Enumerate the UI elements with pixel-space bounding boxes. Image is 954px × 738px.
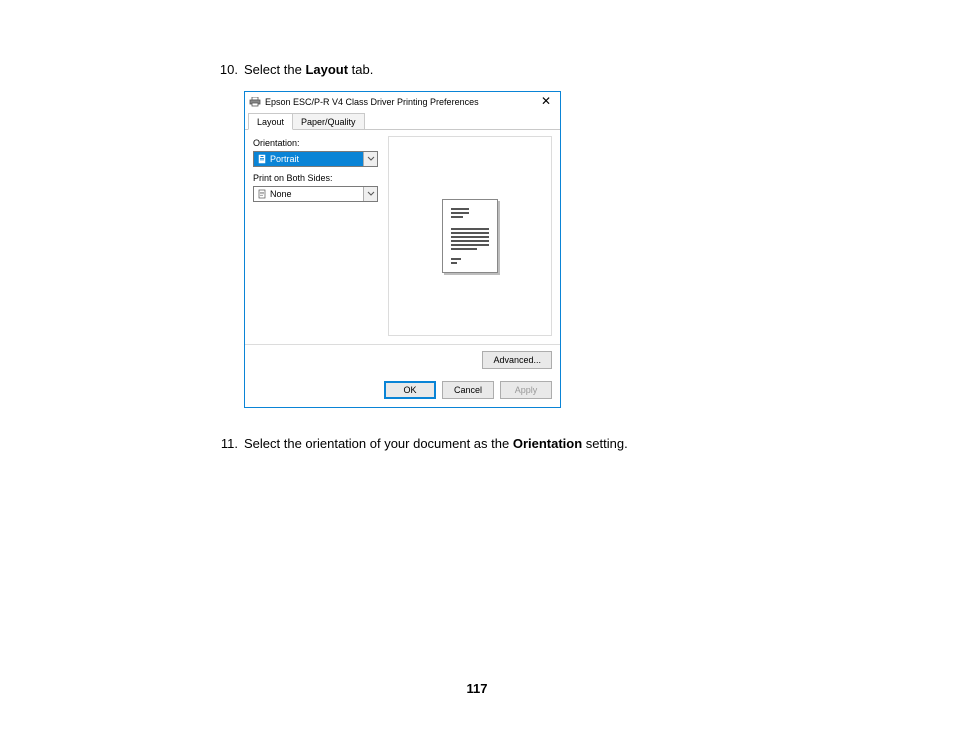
apply-button[interactable]: Apply: [500, 381, 552, 399]
printer-icon: [249, 97, 261, 107]
chevron-down-icon[interactable]: [363, 187, 377, 201]
button-row: OK Cancel Apply: [245, 375, 560, 407]
step-number: 11.: [216, 436, 238, 451]
both-sides-dropdown[interactable]: None: [253, 186, 378, 202]
dialog-title: Epson ESC/P-R V4 Class Driver Printing P…: [265, 97, 479, 107]
step-11: 11. Select the orientation of your docum…: [216, 436, 756, 451]
dialog-titlebar: Epson ESC/P-R V4 Class Driver Printing P…: [245, 92, 560, 112]
both-sides-label: Print on Both Sides:: [253, 173, 378, 183]
step-post: setting.: [582, 436, 628, 451]
step-bold: Orientation: [513, 436, 582, 451]
step-pre: Select the: [244, 62, 305, 77]
step-text: Select the Layout tab.: [244, 62, 373, 77]
both-sides-value: None: [270, 189, 292, 199]
step-10: 10. Select the Layout tab.: [216, 62, 756, 77]
tab-paper-quality[interactable]: Paper/Quality: [293, 113, 365, 129]
preview-panel: [388, 136, 552, 336]
step-number: 10.: [216, 62, 238, 77]
portrait-icon: [257, 154, 267, 164]
orientation-dropdown[interactable]: Portrait: [253, 151, 378, 167]
step-bold: Layout: [305, 62, 348, 77]
advanced-button[interactable]: Advanced...: [482, 351, 552, 369]
both-sides-value-container: None: [254, 187, 363, 201]
tab-body: Orientation: Portrait: [245, 130, 560, 345]
cancel-button[interactable]: Cancel: [442, 381, 494, 399]
left-column: Orientation: Portrait: [253, 136, 378, 336]
preview-sheet-icon: [442, 199, 498, 273]
advanced-row: Advanced...: [245, 345, 560, 375]
close-icon[interactable]: ✕: [538, 94, 554, 110]
tab-layout[interactable]: Layout: [248, 113, 293, 130]
step-text: Select the orientation of your document …: [244, 436, 628, 451]
orientation-value-container: Portrait: [254, 152, 363, 166]
orientation-value: Portrait: [270, 154, 299, 164]
orientation-label: Orientation:: [253, 138, 378, 148]
ok-button[interactable]: OK: [384, 381, 436, 399]
printing-preferences-dialog: Epson ESC/P-R V4 Class Driver Printing P…: [244, 91, 561, 408]
page-number: 117: [0, 681, 954, 696]
step-post: tab.: [348, 62, 373, 77]
content-area: 10. Select the Layout tab. Epson ESC/P-R…: [216, 62, 756, 465]
step-pre: Select the orientation of your document …: [244, 436, 513, 451]
document-page: 10. Select the Layout tab. Epson ESC/P-R…: [0, 0, 954, 738]
tab-strip: Layout Paper/Quality: [245, 112, 560, 130]
chevron-down-icon[interactable]: [363, 152, 377, 166]
single-page-icon: [257, 189, 267, 199]
